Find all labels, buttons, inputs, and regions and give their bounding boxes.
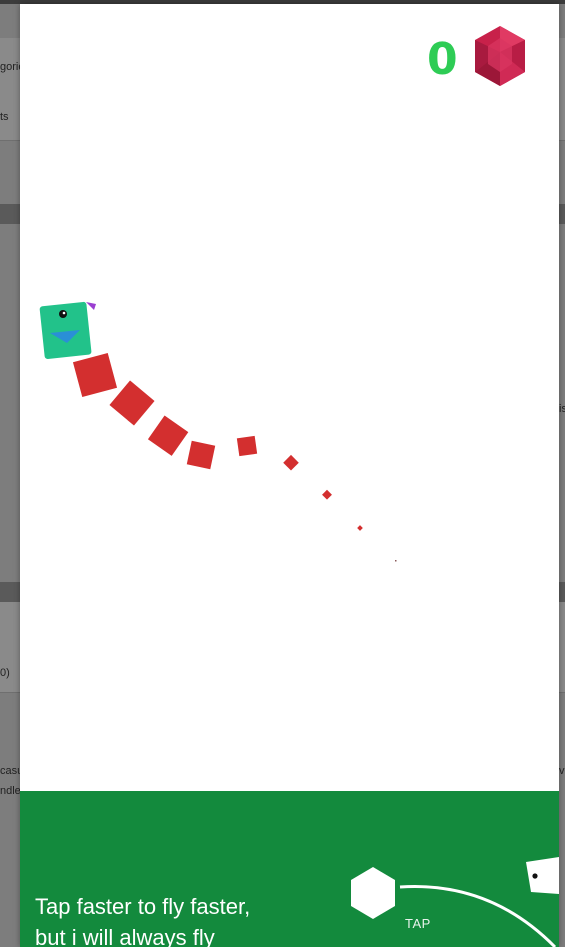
trail-square (322, 489, 332, 500)
trail-square (72, 352, 118, 398)
red-gem-icon (475, 26, 525, 86)
bird-eye-shine (62, 311, 66, 315)
hexagon-icon (351, 867, 395, 919)
trail-square (357, 525, 363, 531)
trail-square (395, 560, 397, 562)
trail-square (186, 440, 216, 470)
game-playfield[interactable] (20, 4, 559, 791)
tap-label[interactable]: TAP (405, 916, 431, 931)
background-text: is (559, 403, 565, 415)
bird-character (39, 301, 96, 359)
tutorial-tip: Tap faster to fly faster, but i will alw… (35, 891, 335, 947)
playfield-canvas (39, 301, 397, 562)
tip-line-1: Tap faster to fly faster, (35, 894, 251, 919)
bird-eye (59, 310, 67, 318)
bird-crest (86, 302, 96, 310)
tutorial-banner: Tap faster to fly faster, but i will alw… (20, 791, 559, 947)
background-text: ve (559, 765, 565, 777)
bird-body (39, 301, 92, 359)
background-text: 0) (0, 667, 10, 679)
bird-preview-eye (532, 873, 538, 879)
trail-square (283, 454, 299, 471)
bird-preview-icon (526, 857, 559, 894)
trail-square (147, 415, 189, 456)
tip-line-2: but i will always fly (35, 925, 215, 947)
game-modal[interactable]: 0 Tap faster to fly faster, but i will a… (20, 4, 559, 947)
background-text: ndle (0, 785, 21, 797)
trail-square (236, 435, 258, 457)
background-text: ts (0, 111, 9, 123)
